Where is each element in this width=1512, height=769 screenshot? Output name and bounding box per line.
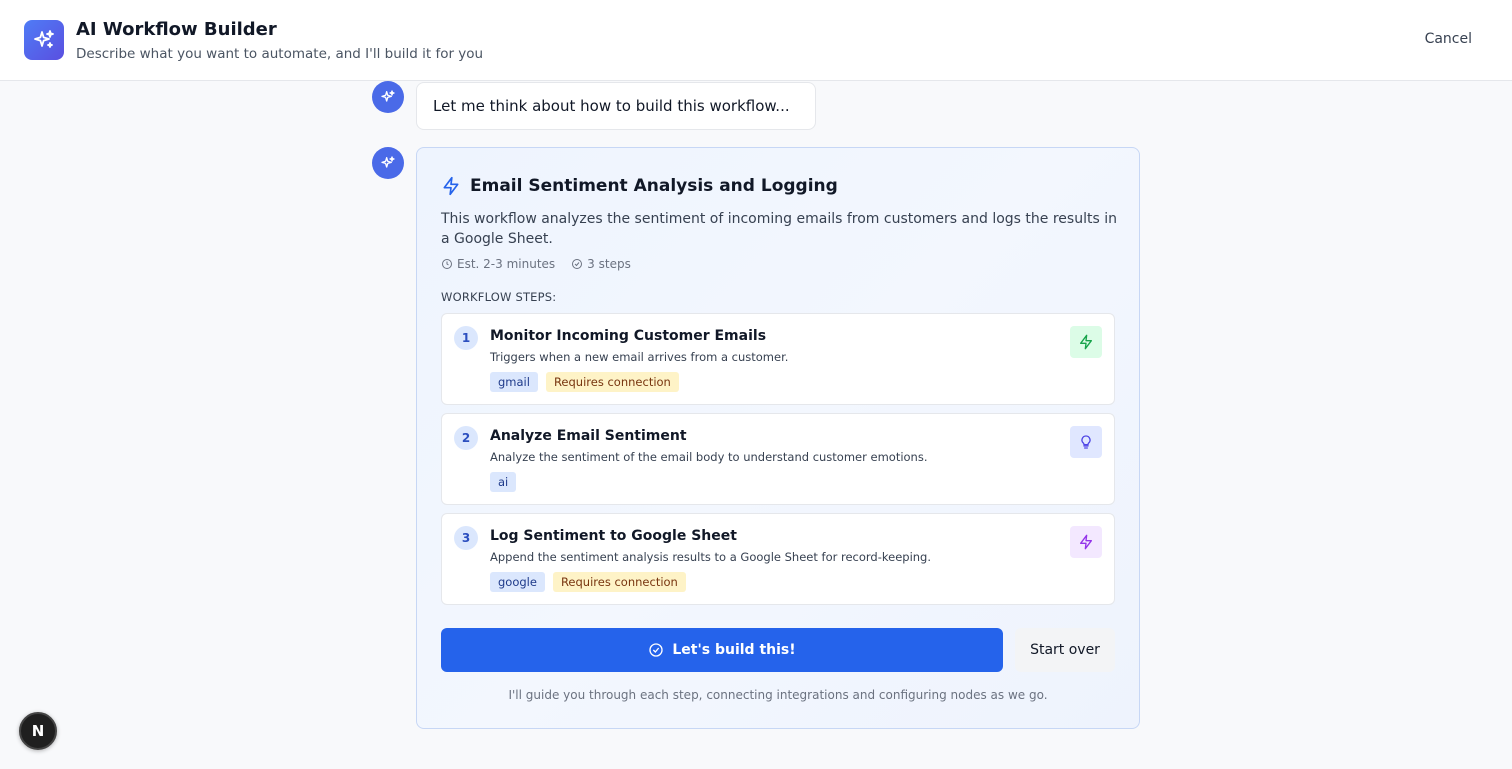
assistant-avatar-icon [372, 81, 404, 113]
provider-badge: google [490, 572, 545, 592]
step-tags: ai [490, 472, 517, 492]
check-circle-icon [572, 259, 583, 269]
lightbulb-icon [1070, 426, 1102, 458]
header-bar: AI Workflow Builder Describe what you wa… [0, 0, 1512, 81]
cancel-button[interactable]: Cancel [1425, 31, 1472, 47]
build-workflow-button[interactable]: Let's build this! [441, 628, 1003, 672]
check-circle-icon [649, 643, 664, 657]
page-title: AI Workflow Builder [76, 19, 277, 40]
assistant-avatar-icon [372, 147, 404, 179]
step-count-text: 3 steps [587, 257, 631, 271]
estimate-meta: Est. 2-3 minutes [441, 257, 555, 271]
step-description: Analyze the sentiment of the email body … [490, 450, 928, 464]
page-subtitle: Describe what you want to automate, and … [76, 46, 484, 62]
step-title: Analyze Email Sentiment [490, 428, 687, 444]
step-count-meta: 3 steps [571, 257, 631, 271]
workflow-meta: Est. 2-3 minutes 3 steps [441, 257, 631, 271]
provider-badge: gmail [490, 372, 538, 392]
workflow-step[interactable]: 3 Log Sentiment to Google Sheet Append t… [441, 513, 1115, 605]
step-number: 3 [454, 526, 478, 550]
step-tags: gmail Requires connection [490, 372, 679, 392]
steps-heading: WORKFLOW STEPS: [441, 290, 557, 304]
nextjs-dev-badge[interactable]: N [19, 712, 57, 750]
step-number: 1 [454, 326, 478, 350]
workflow-step[interactable]: 2 Analyze Email Sentiment Analyze the se… [441, 413, 1115, 505]
step-title: Log Sentiment to Google Sheet [490, 528, 737, 544]
lightning-icon [1070, 526, 1102, 558]
lightning-icon [1070, 326, 1102, 358]
clock-icon [442, 259, 452, 269]
sparkles-logo-icon [24, 20, 64, 60]
requires-connection-badge: Requires connection [552, 572, 686, 592]
step-tags: google Requires connection [490, 572, 686, 592]
step-description: Triggers when a new email arrives from a… [490, 350, 789, 364]
workflow-title: Email Sentiment Analysis and Logging [470, 176, 838, 196]
lightning-icon [443, 176, 459, 196]
estimate-text: Est. 2-3 minutes [457, 257, 556, 271]
step-description: Append the sentiment analysis results to… [490, 550, 932, 564]
provider-badge: ai [490, 472, 517, 492]
workflow-step[interactable]: 1 Monitor Incoming Customer Emails Trigg… [441, 313, 1115, 405]
workflow-title-row: Email Sentiment Analysis and Logging [441, 176, 838, 196]
requires-connection-badge: Requires connection [545, 372, 679, 392]
thinking-message: Let me think about how to build this wor… [416, 82, 816, 130]
step-number: 2 [454, 426, 478, 450]
workflow-card: Email Sentiment Analysis and Logging Thi… [416, 147, 1140, 729]
start-over-button[interactable]: Start over [1015, 628, 1115, 672]
guidance-footnote: I'll guide you through each step, connec… [508, 688, 1048, 702]
build-button-label: Let's build this! [672, 642, 796, 658]
workflow-description: This workflow analyzes the sentiment of … [441, 211, 1117, 247]
step-title: Monitor Incoming Customer Emails [490, 328, 767, 344]
